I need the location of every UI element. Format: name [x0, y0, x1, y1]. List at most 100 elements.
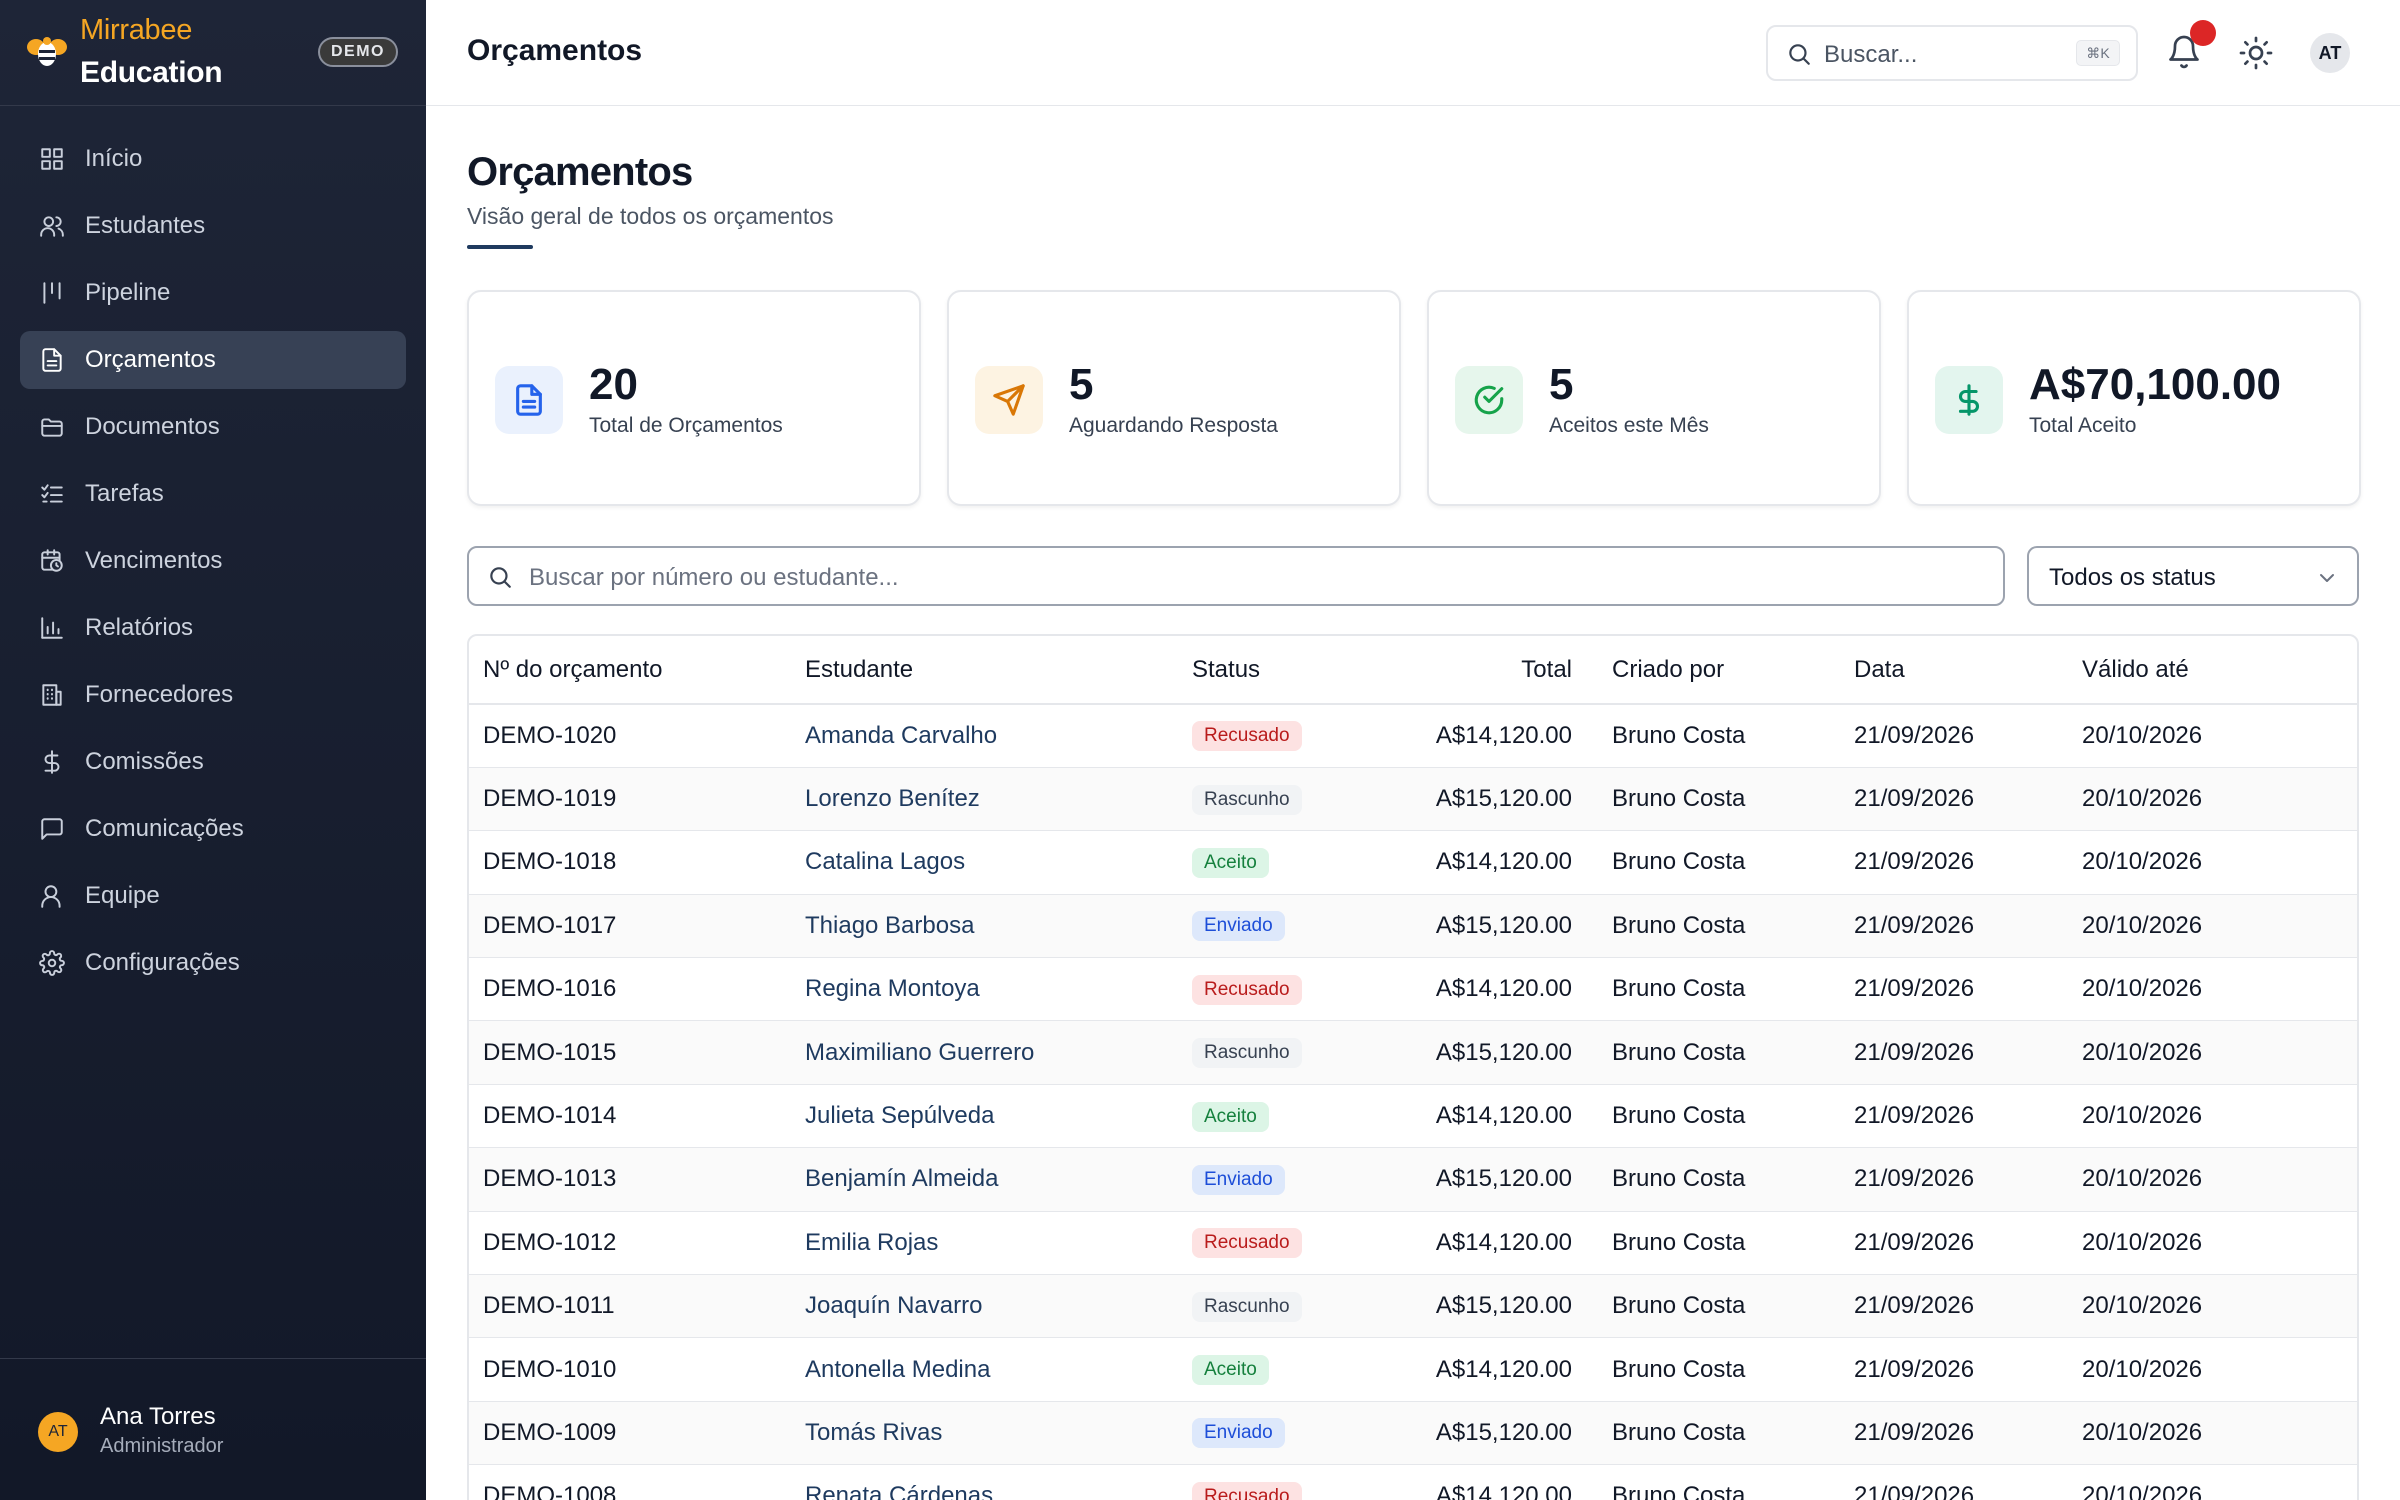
- sidebar-item-comissoes[interactable]: Comissões: [20, 733, 406, 791]
- student-link[interactable]: Antonella Medina: [791, 1337, 1178, 1402]
- user-icon: [38, 882, 66, 910]
- status-filter-value: Todos os status: [2049, 564, 2216, 591]
- status-cell: Rascunho: [1178, 1274, 1378, 1339]
- user-profile[interactable]: AT Ana Torres Administrador: [0, 1358, 426, 1500]
- table-row[interactable]: DEMO-1018 Catalina Lagos Aceito A$14,120.00…: [469, 830, 2357, 895]
- table-row[interactable]: DEMO-1009 Tomás Rivas Enviado A$15,120.00 Br…: [469, 1401, 2357, 1466]
- table-row[interactable]: DEMO-1013 Benjamín Almeida Enviado A$15,120…: [469, 1147, 2357, 1212]
- dashboard-icon: [38, 145, 66, 173]
- column-header[interactable]: Estudante: [791, 636, 1178, 705]
- tasks-icon: [38, 480, 66, 508]
- student-link[interactable]: Julieta Sepúlveda: [791, 1084, 1178, 1149]
- quote-total: A$15,120.00: [1378, 767, 1598, 832]
- sidebar-item-relatorios[interactable]: Relatórios: [20, 599, 406, 657]
- status-badge: Aceito: [1192, 847, 1269, 878]
- building-icon: [38, 681, 66, 709]
- quote-number: DEMO-1015: [469, 1020, 791, 1085]
- status-cell: Aceito: [1178, 830, 1378, 895]
- valid-until: 20/10/2026: [2068, 1401, 2357, 1466]
- table-row[interactable]: DEMO-1014 Julieta Sepúlveda Aceito A$14,120…: [469, 1084, 2357, 1149]
- quote-total: A$14,120.00: [1378, 1464, 1598, 1500]
- quotes-table: Nº do orçamento Estudante Status Total C…: [467, 634, 2359, 1500]
- sidebar-item-label: Documentos: [85, 413, 220, 440]
- student-link[interactable]: Lorenzo Benítez: [791, 767, 1178, 832]
- valid-until: 20/10/2026: [2068, 894, 2357, 959]
- student-link[interactable]: Thiago Barbosa: [791, 894, 1178, 959]
- sidebar-item-label: Pipeline: [85, 279, 171, 306]
- sidebar-item-pipeline[interactable]: Pipeline: [20, 264, 406, 322]
- status-cell: Enviado: [1178, 1401, 1378, 1466]
- column-header[interactable]: Data: [1840, 636, 2068, 705]
- table-header-row: Nº do orçamento Estudante Status Total C…: [469, 636, 2357, 705]
- status-cell: Recusado: [1178, 957, 1378, 1022]
- sidebar-item-label: Início: [85, 145, 143, 172]
- user-role: Administrador: [100, 1435, 224, 1457]
- student-link[interactable]: Catalina Lagos: [791, 830, 1178, 895]
- created-by: Bruno Costa: [1598, 704, 1840, 768]
- avatar[interactable]: AT: [2310, 33, 2350, 73]
- table-row[interactable]: DEMO-1012 Emilia Rojas Recusado A$14,120.00…: [469, 1211, 2357, 1276]
- status-badge: Recusado: [1192, 974, 1302, 1005]
- stat-value: 5: [1069, 360, 1094, 409]
- avatar[interactable]: AT: [38, 1412, 78, 1452]
- table-row[interactable]: DEMO-1020 Amanda Carvalho Recusado A$14,120…: [469, 704, 2357, 768]
- student-link[interactable]: Benjamín Almeida: [791, 1147, 1178, 1212]
- status-filter-select[interactable]: Todos os status: [2027, 546, 2359, 606]
- table-row[interactable]: DEMO-1011 Joaquín Navarro Rascunho A$15,120…: [469, 1274, 2357, 1339]
- sidebar-item-documentos[interactable]: Documentos: [20, 398, 406, 456]
- student-link[interactable]: Maximiliano Guerrero: [791, 1020, 1178, 1085]
- table-row[interactable]: DEMO-1016 Regina Montoya Recusado A$14,120.…: [469, 957, 2357, 1022]
- status-badge: Rascunho: [1192, 1291, 1302, 1322]
- created-by: Bruno Costa: [1598, 1211, 1840, 1276]
- quote-number: DEMO-1019: [469, 767, 791, 832]
- topbar: Orçamentos Buscar... ⌘K AT: [426, 0, 2400, 106]
- status-cell: Rascunho: [1178, 1020, 1378, 1085]
- table-row[interactable]: DEMO-1015 Maximiliano Guerrero Rascunho A$1…: [469, 1020, 2357, 1085]
- student-link[interactable]: Amanda Carvalho: [791, 704, 1178, 768]
- sidebar-item-comunicacoes[interactable]: Comunicações: [20, 800, 406, 858]
- search-shortcut: ⌘K: [2076, 40, 2120, 66]
- chevron-down-icon: [2320, 574, 2334, 582]
- sidebar-item-label: Equipe: [85, 882, 160, 909]
- table-row[interactable]: DEMO-1010 Antonella Medina Aceito A$14,120.…: [469, 1337, 2357, 1402]
- quote-date: 21/09/2026: [1840, 1274, 2068, 1339]
- theme-toggle-sun-icon[interactable]: [2238, 35, 2274, 71]
- quote-total: A$15,120.00: [1378, 894, 1598, 959]
- stat-label: Aceitos este Mês: [1549, 414, 1709, 437]
- sidebar-item-fornecedores[interactable]: Fornecedores: [20, 666, 406, 724]
- sidebar-item-inicio[interactable]: Início: [20, 130, 406, 188]
- table-row[interactable]: DEMO-1019 Lorenzo Benítez Rascunho A$15,120…: [469, 767, 2357, 832]
- student-link[interactable]: Joaquín Navarro: [791, 1274, 1178, 1339]
- global-search-input[interactable]: Buscar... ⌘K: [1766, 25, 2138, 81]
- column-header[interactable]: Total: [1378, 636, 1598, 705]
- quote-number: DEMO-1009: [469, 1401, 791, 1466]
- stat-label: Aguardando Resposta: [1069, 414, 1278, 437]
- sidebar-item-tarefas[interactable]: Tarefas: [20, 465, 406, 523]
- column-header[interactable]: Criado por: [1598, 636, 1840, 705]
- student-link[interactable]: Regina Montoya: [791, 957, 1178, 1022]
- student-link[interactable]: Emilia Rojas: [791, 1211, 1178, 1276]
- calendar-clock-icon: [38, 547, 66, 575]
- sidebar-item-orcamentos[interactable]: Orçamentos: [20, 331, 406, 389]
- quote-date: 21/09/2026: [1840, 1084, 2068, 1149]
- column-header[interactable]: Válido até: [2068, 636, 2357, 705]
- sidebar-item-equipe[interactable]: Equipe: [20, 867, 406, 925]
- quote-number: DEMO-1020: [469, 704, 791, 768]
- sidebar-item-configuracoes[interactable]: Configurações: [20, 934, 406, 992]
- column-header[interactable]: Status: [1178, 636, 1378, 705]
- created-by: Bruno Costa: [1598, 1084, 1840, 1149]
- table-row[interactable]: DEMO-1008 Renata Cárdenas Recusado A$14,120…: [469, 1464, 2357, 1500]
- sidebar-item-label: Tarefas: [85, 480, 164, 507]
- student-link[interactable]: Tomás Rivas: [791, 1401, 1178, 1466]
- table-row[interactable]: DEMO-1017 Thiago Barbosa Enviado A$15,120.0…: [469, 894, 2357, 959]
- created-by: Bruno Costa: [1598, 1337, 1840, 1402]
- stat-card-awaiting: 5 Aguardando Resposta: [947, 290, 1401, 506]
- student-link[interactable]: Renata Cárdenas: [791, 1464, 1178, 1500]
- brand-name: Mirrabee: [80, 14, 193, 46]
- quote-search-input[interactable]: Buscar por número ou estudante...: [467, 546, 2005, 606]
- sidebar-item-vencimentos[interactable]: Vencimentos: [20, 532, 406, 590]
- bee-logo-icon[interactable]: [26, 33, 68, 71]
- column-header[interactable]: Nº do orçamento: [469, 636, 791, 705]
- sidebar-item-estudantes[interactable]: Estudantes: [20, 197, 406, 255]
- page-title: Orçamentos: [467, 150, 693, 194]
